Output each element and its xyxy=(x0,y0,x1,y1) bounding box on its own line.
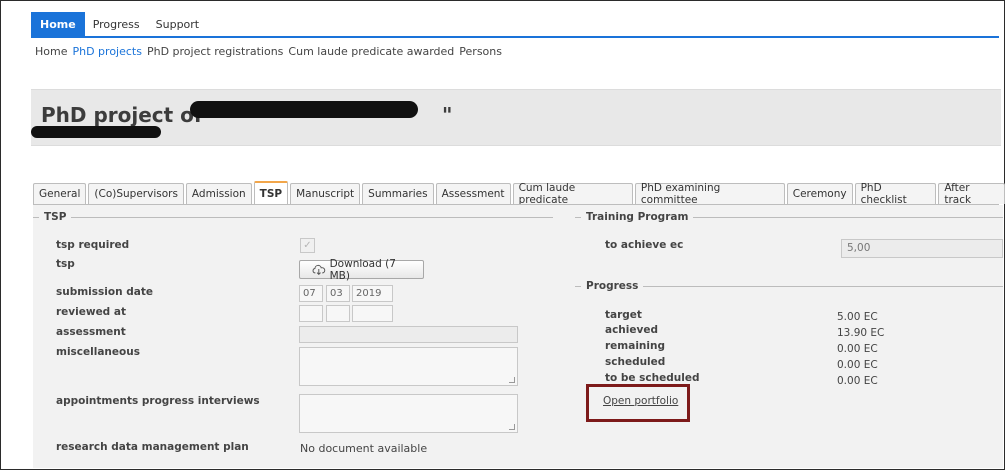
tab-assessment[interactable]: Assessment xyxy=(435,183,511,204)
tab-cosupervisors[interactable]: (Co)Supervisors xyxy=(88,183,184,204)
progress-scheduled-label: scheduled xyxy=(605,356,666,368)
progress-scheduled-value: 0.00 EC xyxy=(837,359,878,371)
tab-ceremony[interactable]: Ceremony xyxy=(786,183,853,204)
submission-date-label: submission date xyxy=(56,286,153,298)
tab-phd-checklist[interactable]: PhD checklist xyxy=(854,182,937,206)
tab-phd-examining-committee[interactable]: PhD examining committee xyxy=(634,182,785,206)
subnav-persons[interactable]: Persons xyxy=(459,45,502,58)
progress-remaining-label: remaining xyxy=(605,340,665,352)
miscellaneous-label: miscellaneous xyxy=(56,346,140,358)
tsp-required-label: tsp required xyxy=(56,239,130,251)
tab-tsp[interactable]: TSP xyxy=(253,181,289,204)
progress-legend: Progress xyxy=(586,280,639,292)
progress-target-value: 5.00 EC xyxy=(837,311,878,323)
tab-cum-laude-predicate[interactable]: Cum laude predicate xyxy=(512,182,633,206)
title-panel: PhD project of " " xyxy=(31,89,1001,146)
training-program-section: Training Program xyxy=(575,211,1003,223)
training-program-legend: Training Program xyxy=(586,211,689,223)
appointments-label: appointments progress interviews xyxy=(56,395,260,407)
progress-section: Progress xyxy=(575,280,1003,292)
topnav-divider xyxy=(31,36,999,38)
tab-bar: General (Co)Supervisors Admission TSP Ma… xyxy=(33,181,1005,206)
topnav-support[interactable]: Support xyxy=(148,12,207,36)
subnav-cum-laude[interactable]: Cum laude predicate awarded xyxy=(288,45,454,58)
to-achieve-ec-field[interactable]: 5,00 xyxy=(841,239,1003,258)
tsp-label: tsp xyxy=(56,258,75,270)
reviewed-at-year[interactable] xyxy=(352,305,393,322)
tsp-legend: TSP xyxy=(44,211,67,223)
topnav-progress[interactable]: Progress xyxy=(85,12,148,36)
assessment-label: assessment xyxy=(56,326,126,338)
progress-to-be-scheduled-value: 0.00 EC xyxy=(837,375,878,387)
open-portfolio-link[interactable]: Open portfolio xyxy=(603,395,678,407)
appointments-textarea[interactable] xyxy=(299,394,518,433)
reviewed-at-month[interactable] xyxy=(326,305,350,322)
reviewed-at-label: reviewed at xyxy=(56,306,126,318)
tsp-required-checkbox[interactable]: ✓ xyxy=(300,238,315,253)
subnav-home[interactable]: Home xyxy=(35,45,67,58)
tab-admission[interactable]: Admission xyxy=(185,183,252,204)
topnav-home[interactable]: Home xyxy=(31,12,85,36)
tab-general[interactable]: General xyxy=(33,183,87,204)
subnav-phd-projects[interactable]: PhD projects xyxy=(72,45,141,58)
tsp-panel: TSP tsp required ✓ tsp Download (7 MB) s… xyxy=(33,205,1003,468)
tab-after-track[interactable]: After track xyxy=(938,182,1005,206)
miscellaneous-textarea[interactable] xyxy=(299,347,518,386)
top-navigation: Home Progress Support xyxy=(31,12,207,36)
tab-summaries[interactable]: Summaries xyxy=(362,183,434,204)
redacted-id xyxy=(31,126,161,138)
submission-date-year[interactable]: 2019 xyxy=(352,285,393,302)
to-achieve-ec-label: to achieve ec xyxy=(605,239,684,251)
tsp-section: TSP xyxy=(33,211,553,223)
rdm-plan-label: research data management plan xyxy=(56,441,249,453)
rdm-plan-value: No document available xyxy=(300,442,428,455)
progress-to-be-scheduled-label: to be scheduled xyxy=(605,372,700,384)
resize-grip[interactable] xyxy=(509,377,515,383)
page-title-suffix: " xyxy=(442,103,453,127)
progress-achieved-label: achieved xyxy=(605,324,658,336)
download-label: Download (7 MB) xyxy=(329,257,396,282)
sub-navigation: Home PhD projects PhD project registrati… xyxy=(35,45,502,58)
progress-target-label: target xyxy=(605,309,642,321)
subnav-phd-project-registrations[interactable]: PhD project registrations xyxy=(147,45,283,58)
progress-remaining-value: 0.00 EC xyxy=(837,343,878,355)
progress-achieved-value: 13.90 EC xyxy=(837,327,885,339)
assessment-field[interactable] xyxy=(299,326,518,343)
redacted-name xyxy=(190,101,418,118)
tab-manuscript[interactable]: Manuscript xyxy=(290,183,361,204)
cloud-download-icon xyxy=(312,264,326,275)
download-button[interactable]: Download (7 MB) xyxy=(299,257,424,282)
submission-date-day[interactable]: 07 xyxy=(299,285,323,302)
submission-date-month[interactable]: 03 xyxy=(326,285,350,302)
resize-grip[interactable] xyxy=(509,424,515,430)
reviewed-at-day[interactable] xyxy=(299,305,323,322)
